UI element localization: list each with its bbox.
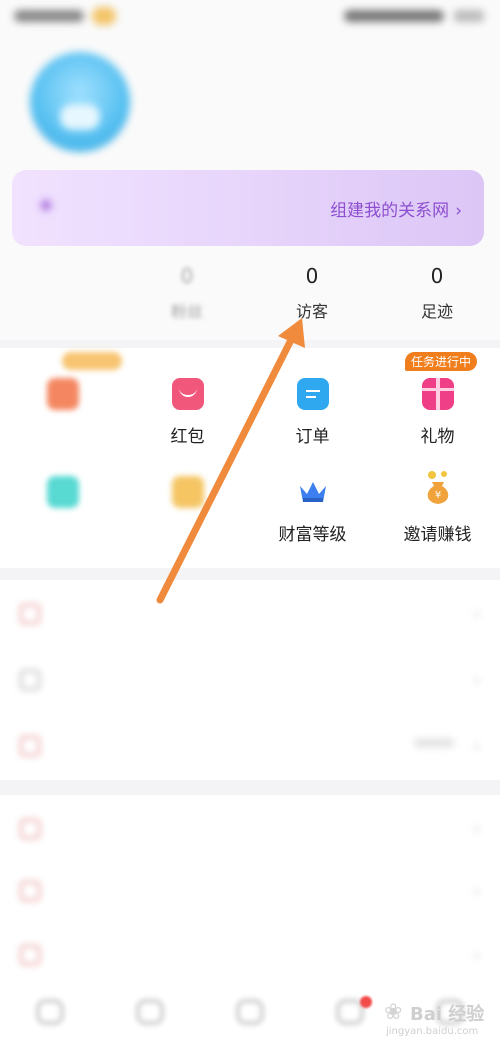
- grid-item-heart[interactable]: [0, 476, 125, 520]
- stat-label: 访客: [295, 302, 328, 321]
- order-icon: [296, 378, 329, 410]
- build-network-label: 组建我的关系网: [330, 201, 450, 221]
- grid-label: 礼物: [420, 427, 455, 447]
- menu-row[interactable]: ›: [0, 925, 500, 985]
- gift-icon: [421, 378, 454, 410]
- wallet-icon: [46, 378, 79, 410]
- menu-icon: [20, 881, 40, 901]
- home-icon: [37, 1000, 63, 1024]
- baidu-jingyan-watermark: ❀ Bai 经验 jingyan.baidu.com: [384, 998, 492, 1042]
- money-bag-icon: ¥: [422, 471, 454, 508]
- grid-label: 红包: [170, 427, 205, 447]
- menu-icon: [20, 604, 40, 624]
- menu-row[interactable]: ›: [0, 716, 500, 776]
- message-icon: [337, 1000, 363, 1024]
- status-signal-icon: [344, 10, 444, 22]
- heart-icon: [46, 476, 79, 508]
- chat-icon: [237, 1000, 263, 1024]
- menu-icon: [20, 945, 40, 965]
- menu-value: [414, 738, 454, 748]
- stat-visitors[interactable]: 0 访客: [252, 260, 372, 322]
- stat-value: 0: [180, 264, 194, 288]
- chevron-right-icon: ›: [473, 819, 480, 838]
- build-network-link[interactable]: 组建我的关系网 ›: [330, 196, 462, 221]
- grid-item-wealth-level[interactable]: 财富等级: [250, 476, 375, 545]
- avatar-face: [60, 104, 100, 130]
- stat-label: 足迹: [420, 302, 453, 321]
- grid-label: 订单: [295, 427, 330, 447]
- username: [164, 64, 254, 88]
- stat-value: 0: [430, 264, 444, 288]
- menu-row[interactable]: ›: [0, 584, 500, 644]
- watermark-text: Bai 经验: [410, 1004, 485, 1025]
- red-envelope-icon: [171, 378, 204, 410]
- relation-network-banner[interactable]: ✦ 组建我的关系网 ›: [12, 170, 484, 246]
- grid-item-red-envelope[interactable]: 红包: [125, 378, 250, 447]
- chevron-right-icon: ›: [473, 604, 480, 623]
- chevron-right-icon: ›: [473, 736, 480, 755]
- chevron-right-icon: ›: [473, 881, 480, 900]
- chevron-right-icon: ›: [455, 201, 462, 221]
- battery-icon: [454, 10, 484, 22]
- stats-row: 0 粉丝 0 访客 0 足迹: [0, 260, 500, 330]
- nav-discover[interactable]: [100, 1000, 200, 1026]
- menu-icon: [20, 819, 40, 839]
- grid-item-gifts[interactable]: 礼物: [375, 378, 500, 447]
- feature-grid: 红包 订单 礼物 财富等级 ¥ 邀请赚钱: [0, 348, 500, 568]
- menu-group-1: › › ›: [0, 580, 500, 780]
- svg-text:¥: ¥: [434, 490, 440, 501]
- task-in-progress-badge: 任务进行中: [405, 352, 478, 371]
- chevron-right-icon: ›: [473, 670, 480, 689]
- chevron-right-icon: ›: [473, 945, 480, 964]
- stat-footprints[interactable]: 0 足迹: [377, 260, 497, 322]
- crown-icon: [297, 476, 329, 508]
- grid-label: 邀请赚钱: [403, 525, 472, 545]
- grid-item-wallet[interactable]: [0, 378, 125, 422]
- unread-dot: [360, 996, 372, 1008]
- stat-fans[interactable]: 0 粉丝: [127, 260, 247, 322]
- menu-row[interactable]: ›: [0, 799, 500, 859]
- stat-label: 粉丝: [170, 302, 203, 321]
- stat-value: 0: [305, 264, 319, 288]
- menu-icon: [20, 670, 40, 690]
- status-bar: [14, 4, 484, 28]
- status-time: [14, 10, 84, 22]
- stat-follow[interactable]: [2, 260, 122, 298]
- grid-item-badge[interactable]: [125, 476, 250, 520]
- grid-label: 财富等级: [278, 525, 347, 545]
- status-notification-icon: [92, 7, 116, 25]
- menu-row[interactable]: ›: [0, 650, 500, 710]
- nav-chat[interactable]: [200, 1000, 300, 1026]
- new-badge: [62, 352, 122, 370]
- stat-value: [2, 260, 122, 292]
- avatar[interactable]: [30, 52, 130, 152]
- paw-icon: ❀: [384, 1000, 403, 1025]
- discover-icon: [137, 1000, 163, 1024]
- grid-item-orders[interactable]: 订单: [250, 378, 375, 447]
- menu-icon: [20, 736, 40, 756]
- grid-item-invite-earn[interactable]: ¥ 邀请赚钱: [375, 471, 500, 545]
- nav-home[interactable]: [0, 1000, 100, 1026]
- profile-header: ✦ 组建我的关系网 › 0 粉丝 0 访客 0 足迹: [0, 0, 500, 340]
- menu-row[interactable]: ›: [0, 861, 500, 921]
- badge-icon: [171, 476, 204, 508]
- watermark-url: jingyan.baidu.com: [386, 1026, 479, 1037]
- banner-icon: ✦: [36, 192, 57, 220]
- menu-group-2: › › ›: [0, 795, 500, 995]
